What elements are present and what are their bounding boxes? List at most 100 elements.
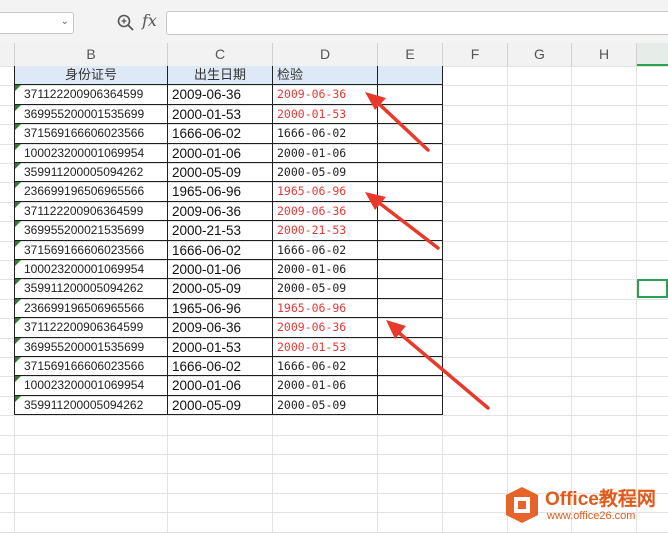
empty-cell[interactable]	[378, 298, 443, 319]
column-header-e[interactable]: E	[378, 43, 443, 66]
empty-cell[interactable]	[378, 260, 443, 280]
id-cell[interactable]: 371569166606023566	[15, 124, 168, 144]
watermark-title: Office教程网	[545, 489, 656, 510]
column-header-f[interactable]: F	[443, 43, 508, 66]
birthdate-cell[interactable]: 2000-21-53	[168, 221, 273, 241]
column-header-d[interactable]: D	[273, 43, 378, 66]
id-cell[interactable]: 371569166606023566	[15, 240, 168, 260]
header-cell-birthdate[interactable]: 出生日期	[168, 66, 273, 86]
birthdate-cell[interactable]: 2000-01-06	[168, 376, 273, 396]
check-cell[interactable]: 2009-06-36	[273, 85, 378, 105]
text-format-indicator-icon	[15, 298, 21, 305]
id-cell[interactable]: 359911200005094262	[15, 395, 168, 416]
id-cell[interactable]: 100023200001069954	[15, 376, 168, 396]
empty-cell[interactable]	[378, 279, 443, 299]
header-cell-empty[interactable]	[378, 66, 443, 86]
birthdate-cell[interactable]: 1965-06-96	[168, 182, 273, 202]
birthdate-cell[interactable]: 2000-05-09	[168, 163, 273, 183]
empty-cell[interactable]	[378, 182, 443, 202]
check-cell[interactable]: 1666-06-02	[273, 357, 378, 377]
check-cell[interactable]: 2000-01-06	[273, 260, 378, 280]
chevron-down-icon[interactable]: ⌄	[61, 16, 69, 27]
id-cell[interactable]: 371122200906364599	[15, 85, 168, 105]
grid-row-line	[0, 434, 668, 436]
birthdate-cell[interactable]: 2009-06-36	[168, 318, 273, 338]
check-cell[interactable]: 2000-05-09	[273, 279, 378, 299]
birthdate-cell[interactable]: 2009-06-36	[168, 85, 273, 105]
id-cell[interactable]: 359911200005094262	[15, 279, 168, 299]
check-cell[interactable]: 2009-06-36	[273, 318, 378, 338]
birthdate-cell[interactable]: 2000-01-53	[168, 104, 273, 125]
check-cell[interactable]: 2000-01-53	[273, 337, 378, 357]
check-cell[interactable]: 2000-01-53	[273, 104, 378, 125]
header-cell-id[interactable]: 身份证号	[15, 66, 168, 86]
id-cell[interactable]: 236699196506965566	[15, 298, 168, 319]
empty-cell[interactable]	[378, 221, 443, 241]
birthdate-cell[interactable]: 2009-06-36	[168, 201, 273, 222]
check-cell[interactable]: 2000-05-09	[273, 163, 378, 183]
birthdate-cell[interactable]: 1666-06-02	[168, 124, 273, 144]
check-cell[interactable]: 1965-06-96	[273, 182, 378, 202]
birthdate-cell[interactable]: 2000-01-06	[168, 260, 273, 280]
id-cell[interactable]: 369955200001535699	[15, 337, 168, 357]
text-format-indicator-icon	[15, 260, 21, 266]
birthdate-cell[interactable]: 1965-06-96	[168, 298, 273, 319]
fx-button[interactable]: fx	[142, 11, 157, 30]
id-cell[interactable]: 359911200005094262	[15, 163, 168, 183]
empty-cell[interactable]	[378, 201, 443, 222]
check-cell[interactable]: 2000-21-53	[273, 221, 378, 241]
check-cell[interactable]: 1666-06-02	[273, 124, 378, 144]
id-cell[interactable]: 371122200906364599	[15, 318, 168, 338]
id-cell[interactable]: 371122200906364599	[15, 201, 168, 222]
empty-cell[interactable]	[378, 337, 443, 357]
check-cell[interactable]: 2000-01-06	[273, 376, 378, 396]
check-cell[interactable]: 1965-06-96	[273, 298, 378, 319]
office-logo-icon	[506, 487, 538, 523]
birthdate-cell[interactable]: 2000-01-06	[168, 143, 273, 163]
id-cell[interactable]: 100023200001069954	[15, 260, 168, 280]
empty-cell[interactable]	[378, 318, 443, 338]
empty-cell[interactable]	[378, 104, 443, 125]
birthdate-cell[interactable]: 1666-06-02	[168, 240, 273, 260]
formula-input[interactable]	[166, 11, 668, 35]
birthdate-cell[interactable]: 2000-05-09	[168, 395, 273, 416]
id-cell[interactable]: 236699196506965566	[15, 182, 168, 202]
id-cell[interactable]: 371569166606023566	[15, 357, 168, 377]
text-format-indicator-icon	[15, 279, 21, 286]
text-format-indicator-icon	[15, 163, 21, 169]
empty-cell[interactable]	[378, 85, 443, 105]
check-cell[interactable]: 2009-06-36	[273, 201, 378, 222]
watermark: Office教程网 www.office26.com	[503, 484, 668, 526]
birthdate-cell[interactable]: 2000-01-53	[168, 337, 273, 357]
watermark-url: www.office26.com	[547, 510, 636, 522]
column-header-a[interactable]	[0, 43, 15, 66]
text-format-indicator-icon	[15, 124, 21, 131]
id-cell[interactable]: 100023200001069954	[15, 143, 168, 163]
text-format-indicator-icon	[15, 201, 21, 208]
name-box[interactable]: ⌄	[0, 12, 74, 34]
birthdate-cell[interactable]: 2000-05-09	[168, 279, 273, 299]
column-header-b[interactable]: B	[15, 43, 168, 66]
empty-cell[interactable]	[378, 376, 443, 396]
empty-cell[interactable]	[378, 124, 443, 144]
check-cell[interactable]: 2000-01-06	[273, 143, 378, 163]
column-header-h[interactable]: H	[572, 43, 637, 66]
selected-cell[interactable]	[637, 279, 668, 298]
check-cell[interactable]: 2000-05-09	[273, 395, 378, 416]
empty-cell[interactable]	[378, 395, 443, 416]
empty-cell[interactable]	[378, 163, 443, 183]
column-header-c[interactable]: C	[168, 43, 273, 66]
check-cell[interactable]: 1666-06-02	[273, 240, 378, 260]
id-cell[interactable]: 369955200021535699	[15, 221, 168, 241]
empty-cell[interactable]	[378, 143, 443, 163]
column-header-g[interactable]: G	[508, 43, 572, 66]
empty-cell[interactable]	[378, 357, 443, 377]
column-header-bar: B C D E F G H	[0, 43, 668, 67]
column-header-i[interactable]	[637, 43, 668, 66]
empty-cell[interactable]	[378, 240, 443, 260]
text-format-indicator-icon	[15, 395, 21, 402]
zoom-icon[interactable]	[116, 13, 136, 33]
birthdate-cell[interactable]: 1666-06-02	[168, 357, 273, 377]
header-cell-check[interactable]: 检验	[273, 66, 378, 86]
id-cell[interactable]: 369955200001535699	[15, 104, 168, 125]
